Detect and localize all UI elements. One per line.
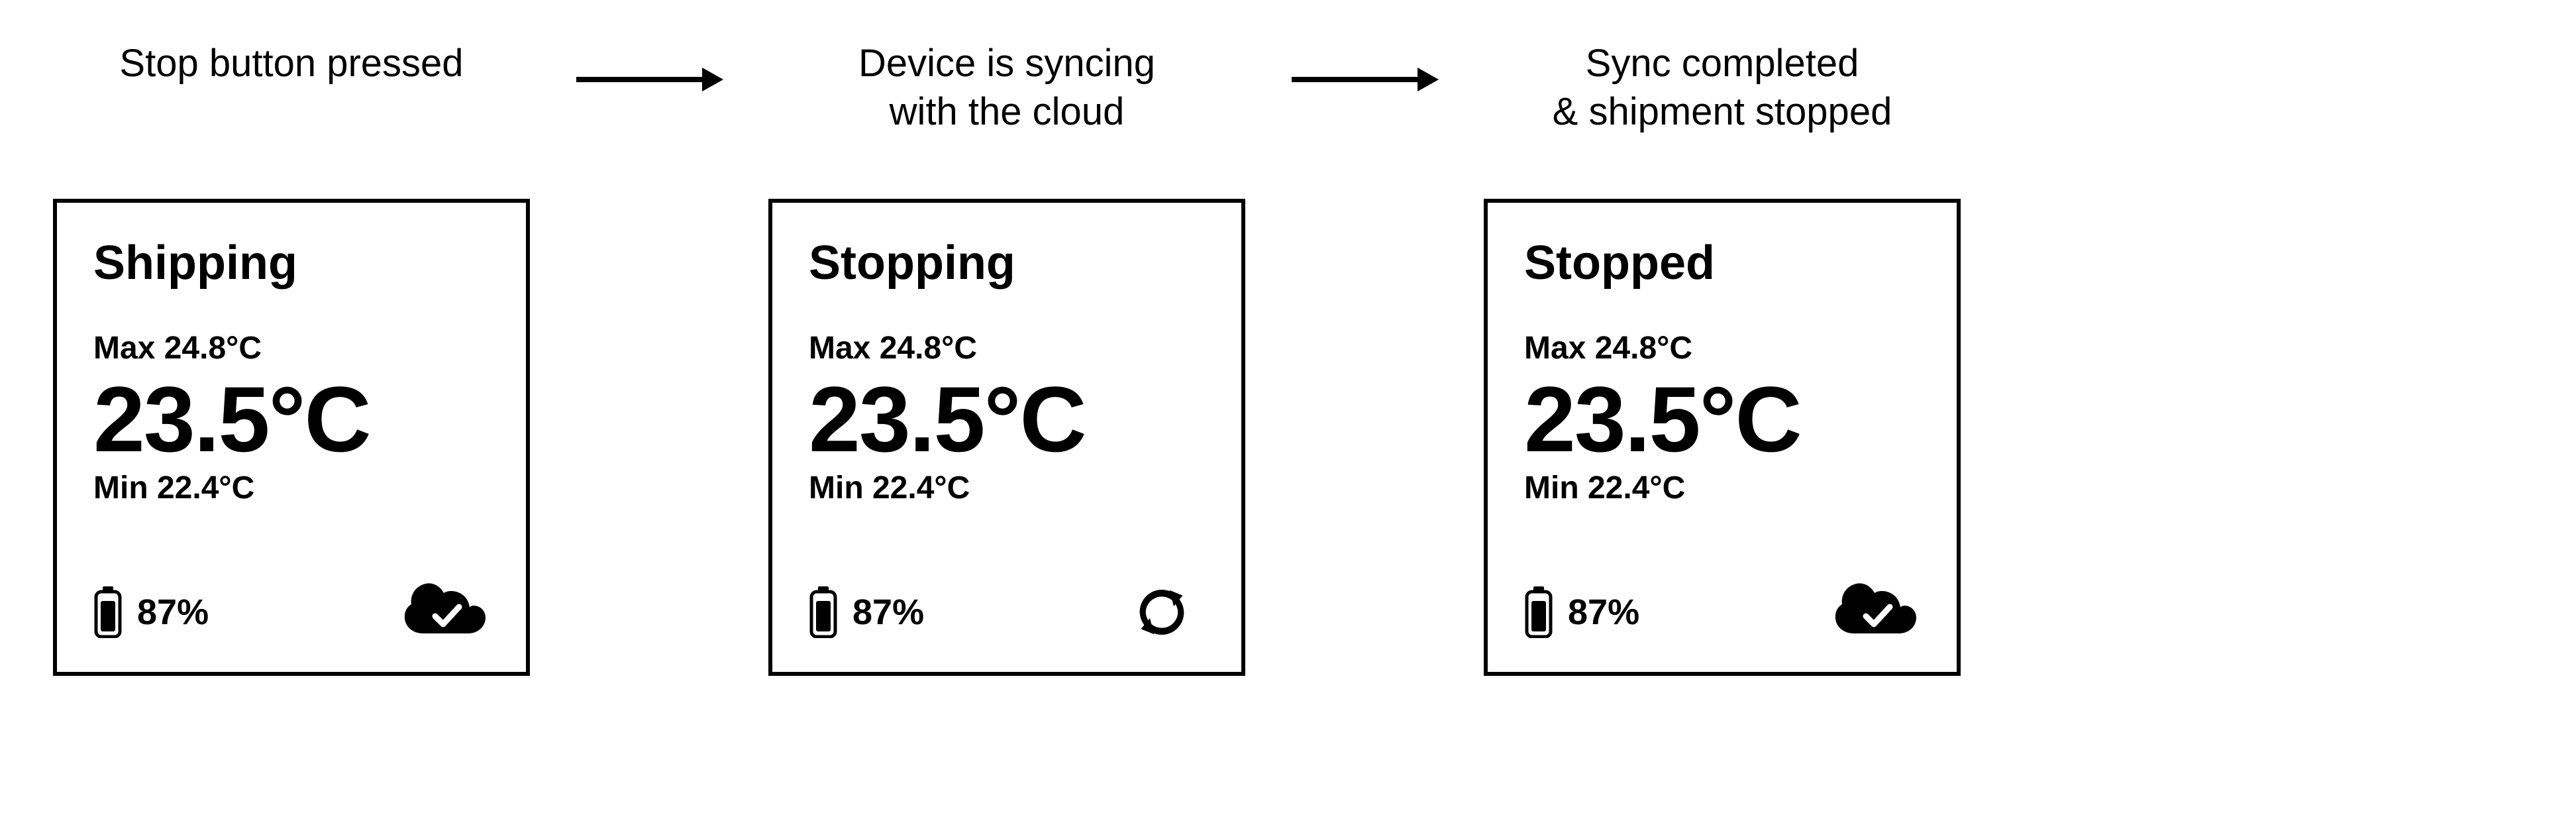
- battery-percent: 87%: [137, 592, 209, 633]
- current-temp: 23.5°C: [1524, 373, 1920, 466]
- stage-1: Stop button pressed Shipping Max 24.8°C …: [53, 40, 530, 676]
- battery-percent: 87%: [1568, 592, 1639, 633]
- device-panel-stopped: Stopped Max 24.8°C 23.5°C Min 22.4°C 87%: [1484, 199, 1961, 676]
- panel-title: Stopping: [809, 236, 1205, 290]
- panel-footer: 87%: [809, 579, 1205, 645]
- panel-title: Stopped: [1524, 236, 1920, 290]
- caption-line: Stop button pressed: [119, 40, 463, 88]
- panel-footer: 87%: [93, 579, 489, 645]
- device-panel-stopping: Stopping Max 24.8°C 23.5°C Min 22.4°C 87…: [768, 199, 1245, 676]
- stage-1-caption: Stop button pressed: [119, 40, 463, 146]
- battery-icon: [809, 586, 838, 638]
- min-temp: Min 22.4°C: [809, 470, 1205, 506]
- caption-line: Sync completed: [1553, 40, 1892, 88]
- battery-percent: 87%: [852, 592, 924, 633]
- caption-line: Device is syncing: [858, 40, 1155, 88]
- battery-icon: [93, 586, 123, 638]
- stage-3: Sync completed & shipment stopped Stoppe…: [1484, 40, 1961, 676]
- caption-line: with the cloud: [858, 88, 1155, 136]
- max-temp: Max 24.8°C: [1524, 330, 1920, 366]
- workflow-diagram: Stop button pressed Shipping Max 24.8°C …: [53, 40, 2523, 676]
- min-temp: Min 22.4°C: [1524, 470, 1920, 506]
- battery-status: 87%: [1524, 586, 1639, 638]
- stage-3-caption: Sync completed & shipment stopped: [1553, 40, 1892, 146]
- current-temp: 23.5°C: [809, 373, 1205, 466]
- battery-icon: [1524, 586, 1553, 638]
- max-temp: Max 24.8°C: [93, 330, 489, 366]
- cloud-check-icon: [403, 579, 489, 645]
- arrow-right-icon: [1285, 40, 1444, 99]
- arrow-right-icon: [570, 40, 729, 99]
- current-temp: 23.5°C: [93, 373, 489, 466]
- battery-status: 87%: [809, 586, 924, 638]
- min-temp: Min 22.4°C: [93, 470, 489, 506]
- device-panel-shipping: Shipping Max 24.8°C 23.5°C Min 22.4°C 87…: [53, 199, 530, 676]
- cloud-check-icon: [1834, 579, 1920, 645]
- panel-footer: 87%: [1524, 579, 1920, 645]
- max-temp: Max 24.8°C: [809, 330, 1205, 366]
- stage-2: Device is syncing with the cloud Stoppin…: [768, 40, 1245, 676]
- stage-2-caption: Device is syncing with the cloud: [858, 40, 1155, 146]
- battery-status: 87%: [93, 586, 209, 638]
- panel-title: Shipping: [93, 236, 489, 290]
- sync-icon: [1119, 579, 1205, 645]
- caption-line: & shipment stopped: [1553, 88, 1892, 136]
